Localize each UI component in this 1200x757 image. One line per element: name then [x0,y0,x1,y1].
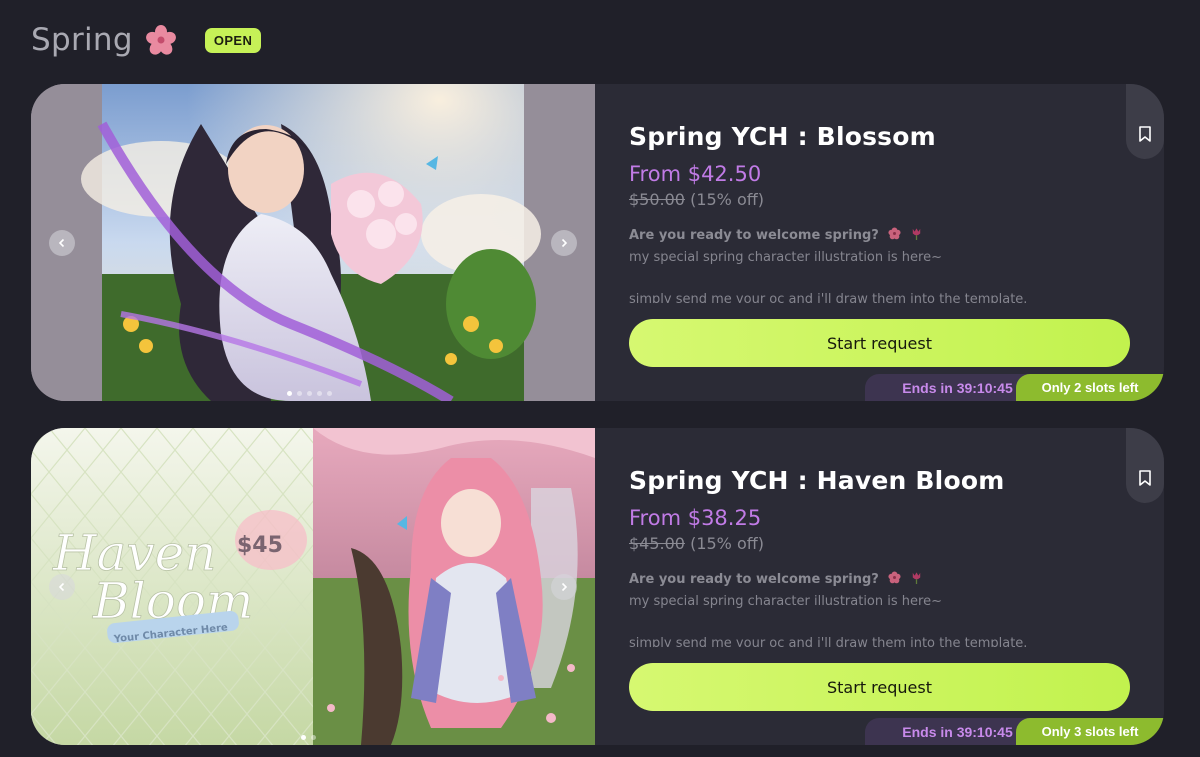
listing-old-price: $45.00 (15% off) [629,534,764,553]
slots-left-badge: Only 2 slots left [1016,374,1164,401]
chevron-right-icon [561,582,568,592]
carousel-dots [301,735,316,740]
listing-old-price: $50.00 (15% off) [629,190,764,209]
section-title: Spring [31,22,133,58]
listing-image-carousel[interactable] [31,84,595,401]
bookmark-icon [1139,126,1151,142]
start-request-button[interactable]: Start request [629,663,1130,711]
carousel-dot[interactable] [297,391,302,396]
carousel-dot[interactable] [287,391,292,396]
bookmark-button[interactable] [1126,428,1164,503]
listing-description: Are you ready to welcome spring? my spec… [629,569,1089,647]
original-price: $45.00 [629,534,685,553]
chevron-left-icon [58,238,65,248]
countdown-badge: Ends in 39:10:45 [865,374,1040,401]
tulip-icon [912,228,921,240]
carousel-prev-button[interactable] [49,230,75,256]
carousel-dot[interactable] [301,735,306,740]
description-line: simply send me your oc and i'll draw the… [629,292,1028,303]
listing-image-carousel[interactable]: Haven Bloom $45 Your Character Here [31,428,595,745]
slots-left-badge: Only 3 slots left [1016,718,1164,745]
listing-image: Haven Bloom $45 Your Character Here [31,428,595,745]
start-request-button[interactable]: Start request [629,319,1130,367]
chevron-left-icon [58,582,65,592]
listing-card: Haven Bloom $45 Your Character Here Spri… [31,428,1164,745]
listing-title[interactable]: Spring YCH : Blossom [629,122,936,151]
original-price: $50.00 [629,190,685,209]
status-badge: OPEN [204,27,262,53]
listing-price: From $38.25 [629,506,762,530]
discount-label: (15% off) [690,534,765,553]
cherry-blossom-icon [888,227,901,240]
chevron-right-icon [561,238,568,248]
carousel-dot[interactable] [311,735,316,740]
listing-price: From $42.50 [629,162,762,186]
bookmark-button[interactable] [1126,84,1164,159]
description-line: my special spring character illustration… [629,250,942,265]
description-line: simply send me your oc and i'll draw the… [629,636,1028,647]
carousel-dot[interactable] [307,391,312,396]
listing-title[interactable]: Spring YCH : Haven Bloom [629,466,1004,495]
cherry-blossom-icon [145,25,176,55]
image-price-tag: $45 [237,533,283,558]
carousel-dot[interactable] [317,391,322,396]
countdown-badge: Ends in 39:10:45 [865,718,1040,745]
carousel-prev-button[interactable] [49,574,75,600]
listing-info: Spring YCH : Blossom From $42.50 $50.00 … [629,84,1149,401]
listing-card: Spring YCH : Blossom From $42.50 $50.00 … [31,84,1164,401]
discount-label: (15% off) [690,190,765,209]
description-heading: Are you ready to welcome spring? [629,572,879,587]
carousel-next-button[interactable] [551,230,577,256]
cherry-blossom-icon [888,571,901,584]
bookmark-icon [1139,470,1151,486]
listing-image [31,84,595,401]
description-heading: Are you ready to welcome spring? [629,228,879,243]
carousel-dot[interactable] [327,391,332,396]
section-header: Spring OPEN [31,22,262,58]
description-line: my special spring character illustration… [629,594,942,609]
carousel-next-button[interactable] [551,574,577,600]
tulip-icon [912,572,921,584]
listing-description: Are you ready to welcome spring? my spec… [629,225,1089,303]
carousel-dots [287,391,332,396]
listing-info: Spring YCH : Haven Bloom From $38.25 $45… [629,428,1149,745]
